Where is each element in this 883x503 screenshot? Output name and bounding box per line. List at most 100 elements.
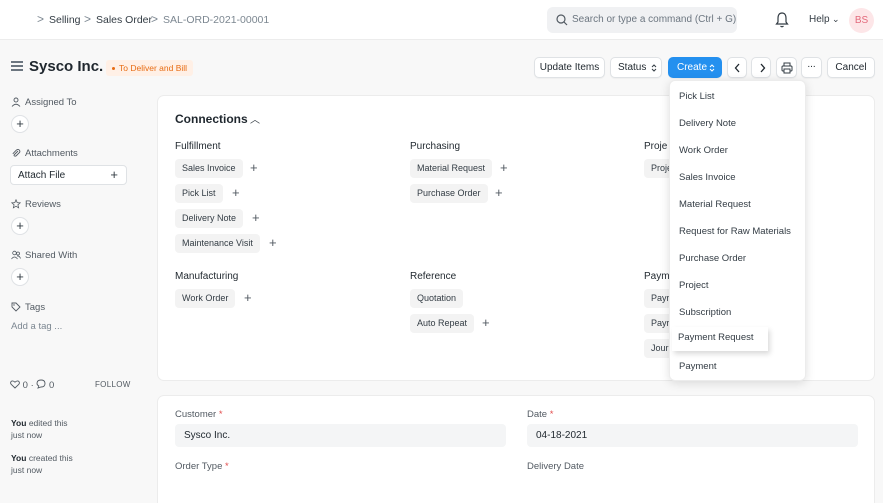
cancel-button[interactable]: Cancel: [827, 57, 875, 78]
add-tag-input[interactable]: Add a tag ...: [11, 321, 62, 332]
connection-work-order[interactable]: Work Order: [175, 289, 236, 308]
plus-icon: +: [110, 167, 118, 182]
date-label: Date *: [527, 409, 553, 420]
attach-file-button[interactable]: Attach File +: [10, 165, 127, 185]
search-bar[interactable]: Search or type a command (Ctrl + G): [547, 7, 737, 33]
connection-delivery-note[interactable]: Delivery Note: [175, 209, 244, 228]
breadcrumb-separator: >: [37, 12, 45, 26]
notification-bell-icon[interactable]: [774, 11, 790, 29]
chevron-down-icon: ⌄: [832, 14, 840, 24]
sidebar-toggle-icon[interactable]: [11, 61, 23, 71]
connection-maintenance-visit[interactable]: Maintenance Visit: [175, 234, 260, 253]
add-maintenance-visit-icon[interactable]: +: [269, 235, 277, 250]
update-items-button[interactable]: Update Items: [534, 57, 605, 78]
add-delivery-note-icon[interactable]: +: [252, 210, 260, 225]
chevron-right-icon: [760, 63, 766, 73]
connections-title[interactable]: Connections: [175, 112, 248, 126]
more-actions-button[interactable]: ...: [801, 57, 822, 78]
follow-button[interactable]: FOLLOW: [95, 380, 131, 389]
chevron-up-icon[interactable]: ︿: [250, 111, 260, 126]
printer-icon: [781, 62, 793, 74]
dot-separator: ·: [30, 380, 34, 391]
sort-caret-icon: [651, 64, 657, 72]
menu-item-payment-request-label: Payment Request: [678, 332, 754, 343]
add-sales-invoice-icon[interactable]: +: [250, 160, 258, 175]
user-icon: [11, 97, 21, 107]
page-title: Sysco Inc.: [29, 58, 104, 75]
add-auto-repeat-icon[interactable]: +: [482, 315, 490, 330]
print-button[interactable]: [776, 57, 797, 78]
add-share-button[interactable]: +: [11, 268, 29, 286]
reviews-label: Reviews: [25, 199, 61, 210]
status-badge: To Deliver and Bill: [106, 60, 194, 76]
group-payments-label: Paym: [644, 271, 670, 282]
status-button-label: Status: [618, 62, 647, 73]
previous-button[interactable]: [727, 57, 747, 78]
group-reference-label: Reference: [410, 271, 457, 282]
help-menu[interactable]: Help: [809, 14, 830, 25]
breadcrumb-sales-order[interactable]: Sales Order: [96, 14, 152, 26]
connection-sales-invoice[interactable]: Sales Invoice: [175, 159, 243, 178]
customer-field[interactable]: Sysco Inc.: [175, 424, 506, 447]
delivery-date-label: Delivery Date: [527, 461, 585, 472]
group-manufacturing-label: Manufacturing: [175, 271, 239, 282]
timeline-actor: You: [11, 453, 27, 463]
timeline-actor: You: [11, 418, 27, 428]
next-button[interactable]: [751, 57, 771, 78]
tag-icon: [11, 302, 21, 312]
menu-item-payment[interactable]: Payment: [679, 361, 717, 372]
sort-caret-icon: [709, 64, 715, 72]
add-pick-list-icon[interactable]: +: [232, 185, 240, 200]
likes-comments: 0 · 0: [10, 379, 54, 391]
menu-item-work-order[interactable]: Work Order: [679, 145, 728, 156]
timeline-action: created this: [28, 453, 73, 463]
add-work-order-icon[interactable]: +: [244, 290, 252, 305]
status-button[interactable]: Status: [610, 57, 662, 78]
order-type-label-text: Order Type: [175, 461, 223, 472]
form-card: [157, 395, 875, 503]
breadcrumb-current[interactable]: SAL-ORD-2021-00001: [163, 14, 269, 26]
timeline-entry: You created this just now: [11, 452, 86, 476]
menu-item-subscription[interactable]: Subscription: [679, 307, 731, 318]
heart-icon[interactable]: [10, 380, 20, 389]
connection-auto-repeat[interactable]: Auto Repeat: [410, 314, 475, 333]
breadcrumb-separator: >: [151, 12, 159, 26]
search-icon: [556, 14, 568, 26]
timeline-entry: You edited this just now: [11, 417, 86, 441]
create-button-label: Create: [677, 62, 708, 73]
menu-item-material-request[interactable]: Material Request: [679, 199, 751, 210]
add-purchase-order-icon[interactable]: +: [495, 185, 503, 200]
user-avatar[interactable]: BS: [849, 8, 874, 33]
customer-label-text: Customer: [175, 409, 217, 420]
menu-item-sales-invoice[interactable]: Sales Invoice: [679, 172, 736, 183]
connection-material-request[interactable]: Material Request: [410, 159, 493, 178]
connection-purchase-order[interactable]: Purchase Order: [410, 184, 488, 203]
menu-item-delivery-note[interactable]: Delivery Note: [679, 118, 736, 129]
breadcrumb-selling[interactable]: Selling: [49, 14, 81, 26]
date-field[interactable]: 04-18-2021: [527, 424, 858, 447]
menu-item-purchase-order[interactable]: Purchase Order: [679, 253, 746, 264]
timeline-time: just now: [11, 465, 43, 475]
group-fulfillment-label: Fulfillment: [175, 141, 221, 152]
add-material-request-icon[interactable]: +: [500, 160, 508, 175]
connection-quotation[interactable]: Quotation: [410, 289, 464, 308]
menu-item-project[interactable]: Project: [679, 280, 709, 291]
required-mark: *: [225, 461, 229, 472]
create-button[interactable]: Create: [668, 57, 722, 78]
timeline-time: just now: [11, 430, 43, 440]
menu-item-request-for-raw-materials[interactable]: Request for Raw Materials: [679, 226, 791, 237]
connection-pick-list[interactable]: Pick List: [175, 184, 223, 203]
status-badge-label: To Deliver and Bill: [119, 63, 188, 73]
menu-item-pick-list[interactable]: Pick List: [679, 91, 714, 102]
add-review-button[interactable]: +: [11, 217, 29, 235]
group-projects-label: Proje: [644, 141, 668, 152]
breadcrumb-separator: >: [84, 12, 92, 26]
assigned-to-label: Assigned To: [25, 97, 77, 108]
date-label-text: Date: [527, 409, 548, 420]
menu-item-payment-request[interactable]: Payment Request: [672, 327, 768, 351]
likes-count: 0: [22, 380, 28, 391]
add-assignee-button[interactable]: +: [11, 115, 29, 133]
comment-icon[interactable]: [36, 379, 46, 389]
required-mark: *: [218, 409, 223, 420]
order-type-label: Order Type *: [175, 461, 229, 472]
